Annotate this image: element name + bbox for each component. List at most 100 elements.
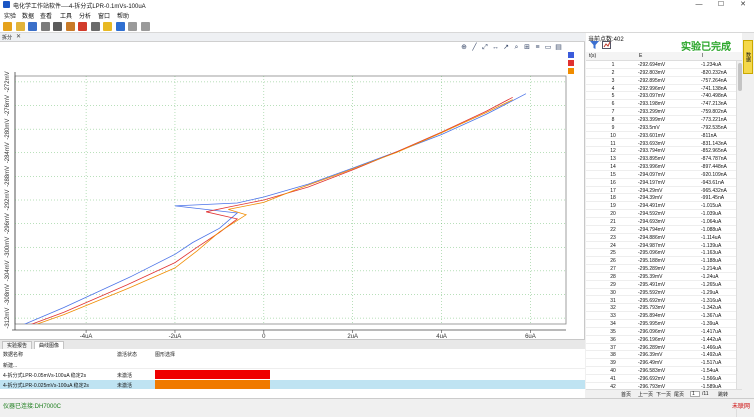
go-to-page-button[interactable]: 跳转 (718, 391, 728, 398)
data-row[interactable]: 28 -295.39mV -1.24uA (586, 273, 736, 281)
data-row[interactable]: 1 -292.694mV -1.234uA (586, 61, 736, 69)
data-row[interactable]: 5 -293.097mV -740.498nA (586, 92, 736, 101)
data-row[interactable]: 41 -296.692mV -1.566uA (586, 375, 736, 383)
row-index: 8 (611, 116, 615, 123)
new-icon[interactable] (3, 22, 12, 31)
next-page-button[interactable]: 下一页 (656, 391, 671, 398)
data-row[interactable]: 30 -295.592mV -1.29uA (586, 289, 736, 297)
data-row[interactable]: 27 -295.289mV -1.214uA (586, 265, 736, 273)
save-icon[interactable] (28, 22, 37, 31)
data-row[interactable]: 36 -296.196mV -1.442uA (586, 336, 736, 344)
data-icon[interactable] (78, 22, 87, 31)
last-page-button[interactable]: 尾页 (674, 391, 684, 398)
page-input[interactable]: 1 (690, 391, 700, 397)
minimize-button[interactable]: — (688, 0, 710, 10)
table-row[interactable]: 新建... (0, 360, 585, 369)
tab-experiment-report[interactable]: 实验报告 (2, 341, 33, 349)
data-row[interactable]: 35 -296.096mV -1.417uA (586, 328, 736, 336)
data-row[interactable]: 12 -293.794mV -852.965nA (586, 147, 736, 156)
data-row[interactable]: 26 -295.188mV -1.188uA (586, 257, 736, 266)
tab-curve-image[interactable]: 曲线图像 (34, 341, 65, 349)
data-row[interactable]: 8 -293.399mV -773.221nA (586, 116, 736, 124)
data-row[interactable]: 22 -294.794mV -1.088uA (586, 226, 736, 234)
data-row[interactable]: 11 -293.693mV -831.143nA (586, 140, 736, 148)
data-row[interactable]: 6 -293.198mV -747.213nA (586, 100, 736, 109)
potential-current-chart[interactable]: -4uA -2uA 0 2uA 4uA 6uA-272mV-276mV-280mV-284… (0, 33, 585, 339)
y-tick-label: -312mV (5, 308, 11, 329)
data-row[interactable]: 31 -295.692mV -1.316uA (586, 297, 736, 305)
open-icon[interactable] (15, 22, 25, 31)
delete-icon[interactable] (53, 22, 62, 31)
data-row[interactable]: 3 -292.895mV -757.264nA (586, 77, 736, 85)
data-row[interactable]: 10 -293.601mV -811nA (586, 132, 736, 140)
table-row[interactable]: 4-拆分式LPR-0.05mVs-100uA 稳定2s 未激活 (0, 370, 585, 379)
data-row[interactable]: 33 -295.894mV -1.367uA (586, 312, 736, 321)
data-row[interactable]: 7 -293.299mV -759.802nA (586, 108, 736, 116)
row-index: 4 (611, 85, 615, 92)
menu-tools[interactable]: 工具 (60, 11, 72, 20)
data-table-body[interactable]: 1 -292.694mV -1.234uA 2 -292.803mV -820.232nA… (586, 61, 736, 417)
window-icon[interactable] (140, 22, 150, 31)
data-row[interactable]: 13 -293.895mV -874.787nA (586, 155, 736, 164)
data-table-scrollbar[interactable] (736, 61, 742, 417)
y-tick-label: -304mV (5, 260, 11, 281)
scrollbar-thumb[interactable] (738, 63, 742, 91)
row-potential: -292.694mV (638, 62, 666, 68)
data-row[interactable]: 2 -292.803mV -820.232nA (586, 69, 736, 77)
data-row[interactable]: 37 -296.289mV -1.466uA (586, 344, 736, 352)
data-row[interactable]: 39 -296.49mV -1.517uA (586, 359, 736, 368)
row-index: 29 (610, 281, 616, 288)
first-page-button[interactable]: 首页 (621, 391, 631, 398)
row-potential: -295.491mV (638, 281, 666, 288)
menu-data[interactable]: 数据 (22, 11, 34, 20)
row-index: 16 (610, 179, 616, 186)
dataset-state: 未激活 (117, 373, 133, 379)
menu-view[interactable]: 查看 (40, 11, 52, 20)
table-row-selected[interactable]: 4-拆分式LPR-0.025mVs-100uA 稳定2s 未激活 (0, 380, 585, 389)
close-button[interactable]: ✕ (732, 0, 754, 10)
data-row[interactable]: 15 -294.097mV -920.109nA (586, 171, 736, 179)
series-color-swatch[interactable] (155, 380, 270, 389)
filter-icon[interactable] (590, 41, 599, 49)
data-row[interactable]: 4 -292.996mV -741.138nA (586, 85, 736, 93)
info-icon[interactable] (115, 22, 125, 31)
print-icon[interactable] (40, 22, 50, 31)
cut-icon[interactable] (90, 22, 100, 31)
data-row[interactable]: 17 -294.29mV -965.432nA (586, 187, 736, 195)
settings-icon[interactable] (128, 22, 137, 31)
data-row[interactable]: 16 -294.197mV -943.61nA (586, 179, 736, 187)
row-current: -1.367uA (701, 313, 722, 320)
data-row[interactable]: 29 -295.491mV -1.265uA (586, 281, 736, 289)
data-row[interactable]: 14 -293.996mV -897.448nA (586, 163, 736, 171)
data-row[interactable]: 21 -294.693mV -1.064uA (586, 218, 736, 226)
row-potential: -294.592mV (638, 211, 666, 218)
warning-icon[interactable] (103, 22, 112, 31)
side-tab-data[interactable]: 数据 (743, 40, 753, 74)
legend-swatch-series-2[interactable] (568, 60, 574, 66)
data-row[interactable]: 23 -294.886mV -1.114uA (586, 234, 736, 242)
row-potential: -295.096mV (638, 250, 666, 257)
menu-window[interactable]: 窗口 (98, 11, 110, 20)
menu-experiment[interactable]: 实验 (4, 11, 16, 20)
data-row[interactable]: 34 -295.995mV -1.39uA (586, 320, 736, 328)
chart-icon[interactable] (65, 22, 75, 31)
data-row[interactable]: 18 -294.39mV -991.45nA (586, 194, 736, 203)
data-row[interactable]: 25 -295.096mV -1.163uA (586, 249, 736, 258)
data-row[interactable]: 24 -294.987mV -1.139uA (586, 242, 736, 250)
data-row[interactable]: 20 -294.592mV -1.039uA (586, 210, 736, 218)
menu-help[interactable]: 帮助 (117, 11, 129, 20)
data-row[interactable]: 38 -296.39mV -1.492uA (586, 351, 736, 360)
prev-page-button[interactable]: 上一页 (638, 391, 653, 398)
data-row[interactable]: 40 -296.583mV -1.54uA (586, 367, 736, 375)
data-row[interactable]: 32 -295.793mV -1.342uA (586, 304, 736, 313)
series-color-swatch[interactable] (155, 370, 270, 379)
data-row[interactable]: 19 -294.491mV -1.015uA (586, 202, 736, 211)
export-icon[interactable] (602, 41, 611, 49)
row-index: 13 (610, 156, 616, 163)
row-current: -1.214uA (701, 266, 722, 273)
data-row[interactable]: 9 -293.5mV -792.535nA (586, 124, 736, 132)
menu-analysis[interactable]: 分析 (79, 11, 91, 20)
maximize-button[interactable]: ☐ (710, 0, 732, 10)
legend-swatch-series-3[interactable] (568, 68, 574, 74)
legend-swatch-series-1[interactable] (568, 52, 574, 58)
